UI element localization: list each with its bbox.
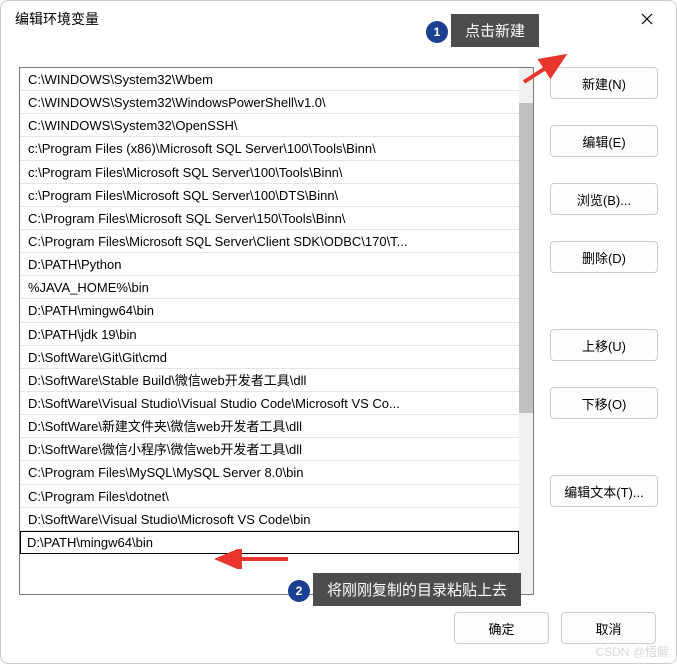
env-var-dialog: 编辑环境变量 C:\WINDOWS\System32\WbemC:\WINDOW… xyxy=(0,0,677,664)
list-item[interactable]: D:\SoftWare\Git\Git\cmd xyxy=(20,346,519,369)
list-item[interactable]: D:\SoftWare\Stable Build\微信web开发者工具\dll xyxy=(20,369,519,392)
dialog-footer: 确定 取消 xyxy=(1,605,676,663)
list-item[interactable]: %JAVA_HOME%\bin xyxy=(20,276,519,299)
titlebar: 编辑环境变量 xyxy=(1,1,676,37)
annotation-label-1: 点击新建 xyxy=(451,14,539,47)
list-item[interactable]: c:\Program Files\Microsoft SQL Server\10… xyxy=(20,184,519,207)
list-item[interactable]: c:\Program Files (x86)\Microsoft SQL Ser… xyxy=(20,137,519,160)
list-item[interactable]: D:\SoftWare\新建文件夹\微信web开发者工具\dll xyxy=(20,415,519,438)
list-item[interactable]: D:\SoftWare\Visual Studio\Visual Studio … xyxy=(20,392,519,415)
scrollbar-thumb[interactable] xyxy=(519,103,533,413)
annotation-badge-2: 2 xyxy=(288,580,310,602)
dialog-title: 编辑环境变量 xyxy=(15,9,99,29)
cancel-button[interactable]: 取消 xyxy=(561,612,656,644)
path-list[interactable]: C:\WINDOWS\System32\WbemC:\WINDOWS\Syste… xyxy=(19,67,534,595)
list-item[interactable]: c:\Program Files\Microsoft SQL Server\10… xyxy=(20,161,519,184)
watermark: CSDN @悟解 xyxy=(595,643,669,660)
arrow-icon xyxy=(522,48,572,84)
edit-text-button[interactable]: 编辑文本(T)... xyxy=(550,475,658,507)
annotation-badge-1: 1 xyxy=(426,21,448,43)
list-item[interactable]: D:\PATH\jdk 19\bin xyxy=(20,323,519,346)
list-item[interactable]: C:\Program Files\Microsoft SQL Server\Cl… xyxy=(20,230,519,253)
edit-button[interactable]: 编辑(E) xyxy=(550,125,658,157)
button-sidebar: 新建(N) 编辑(E) 浏览(B)... 删除(D) 上移(U) 下移(O) 编… xyxy=(550,67,658,595)
delete-button[interactable]: 删除(D) xyxy=(550,241,658,273)
list-item[interactable]: C:\Program Files\dotnet\ xyxy=(20,485,519,508)
close-button[interactable] xyxy=(632,4,662,34)
browse-button[interactable]: 浏览(B)... xyxy=(550,183,658,215)
list-item[interactable]: C:\Program Files\MySQL\MySQL Server 8.0\… xyxy=(20,461,519,484)
list-item[interactable]: D:\SoftWare\Visual Studio\Microsoft VS C… xyxy=(20,508,519,531)
scrollbar[interactable] xyxy=(519,68,533,594)
annotation-label-2: 将刚刚复制的目录粘贴上去 xyxy=(313,573,521,606)
arrow-icon xyxy=(210,549,290,569)
list-item[interactable]: D:\SoftWare\微信小程序\微信web开发者工具\dll xyxy=(20,438,519,461)
list-item[interactable]: C:\Program Files\Microsoft SQL Server\15… xyxy=(20,207,519,230)
ok-button[interactable]: 确定 xyxy=(454,612,549,644)
list-item[interactable]: D:\PATH\Python xyxy=(20,253,519,276)
move-up-button[interactable]: 上移(U) xyxy=(550,329,658,361)
list-item[interactable]: C:\WINDOWS\System32\OpenSSH\ xyxy=(20,114,519,137)
dialog-body: C:\WINDOWS\System32\WbemC:\WINDOWS\Syste… xyxy=(1,37,676,605)
move-down-button[interactable]: 下移(O) xyxy=(550,387,658,419)
close-icon xyxy=(641,13,653,25)
list-item[interactable]: C:\WINDOWS\System32\WindowsPowerShell\v1… xyxy=(20,91,519,114)
list-item[interactable]: D:\PATH\mingw64\bin xyxy=(20,299,519,322)
list-item[interactable]: C:\WINDOWS\System32\Wbem xyxy=(20,68,519,91)
